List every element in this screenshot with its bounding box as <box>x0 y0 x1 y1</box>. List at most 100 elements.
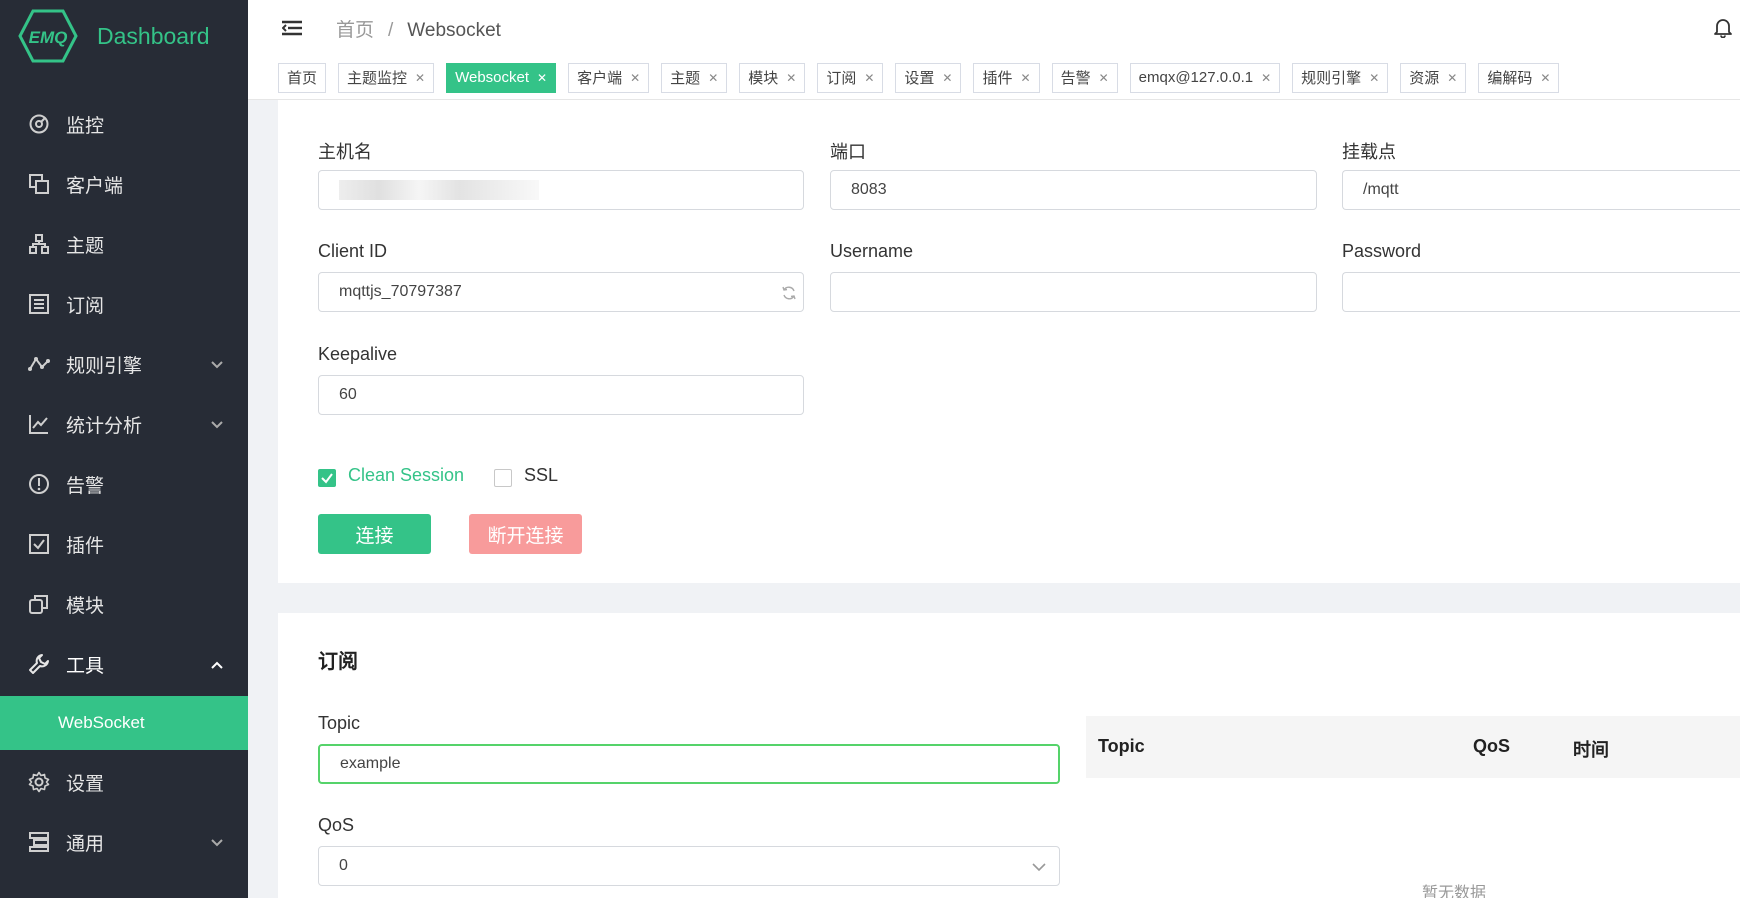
empty-state-text: 暂无数据 <box>1422 885 1487 898</box>
sidebar-item-label: 工具 <box>66 655 105 677</box>
close-icon[interactable]: ✕ <box>1099 71 1109 85</box>
gear-icon <box>28 771 50 793</box>
tab-websocket[interactable]: Websocket ✕ <box>446 62 557 93</box>
chevron-down-icon <box>1031 859 1047 875</box>
menu-toggle-icon[interactable] <box>281 20 302 36</box>
tab-subscriptions[interactable]: 订阅 ✕ <box>817 62 884 93</box>
close-icon[interactable]: ✕ <box>1447 71 1457 85</box>
chevron-up-icon <box>210 656 224 670</box>
password-label: Password <box>1342 241 1422 261</box>
sidebar-item-analytics[interactable]: 统计分析 <box>0 394 248 454</box>
host-label: 主机名 <box>318 142 372 162</box>
close-icon[interactable]: ✕ <box>1369 71 1379 85</box>
topic-label: Topic <box>318 713 361 733</box>
close-icon[interactable]: ✕ <box>1261 71 1271 85</box>
subscriptions-table-header: Topic QoS 时间 <box>1086 716 1740 778</box>
password-input[interactable] <box>1342 272 1740 312</box>
top-header: 首页 / Websocket <box>248 0 1740 56</box>
tab-modules[interactable]: 模块 ✕ <box>739 62 806 93</box>
close-icon[interactable]: ✕ <box>942 71 952 85</box>
sidebar-item-topics[interactable]: 主题 <box>0 214 248 274</box>
sidebar-item-label: 订阅 <box>66 295 105 317</box>
sidebar-item-monitor[interactable]: 监控 <box>0 94 248 154</box>
logo[interactable]: EMQ Dashboard <box>0 0 248 72</box>
host-input[interactable] <box>318 170 804 210</box>
sidebar-item-label: 告警 <box>66 475 105 497</box>
refresh-icon[interactable] <box>781 285 797 301</box>
close-icon[interactable]: ✕ <box>708 71 718 85</box>
clientid-input[interactable]: mqttjs_70797387 <box>318 272 804 312</box>
mountpoint-input[interactable]: /mqtt <box>1342 170 1740 210</box>
close-icon[interactable]: ✕ <box>1540 71 1550 85</box>
breadcrumb: 首页 / Websocket <box>336 19 501 41</box>
plugin-check-icon <box>28 533 50 555</box>
sidebar-subitem-websocket[interactable]: WebSocket <box>0 696 248 750</box>
close-icon[interactable]: ✕ <box>537 71 547 85</box>
qos-label: QoS <box>318 815 355 835</box>
list-icon <box>28 293 50 315</box>
sidebar-item-clients[interactable]: 客户端 <box>0 154 248 214</box>
tab-node[interactable]: emqx@127.0.0.1 ✕ <box>1129 62 1281 93</box>
sidebar-item-plugins[interactable]: 插件 <box>0 514 248 574</box>
sidebar-nav: 监控 客户端 主题 订阅 规则引擎 统计分析 告警 插件 模块 工具 WebSo… <box>0 94 248 872</box>
close-icon[interactable]: ✕ <box>864 71 874 85</box>
tab-alarms[interactable]: 告警 ✕ <box>1051 62 1118 93</box>
breadcrumb-home[interactable]: 首页 <box>336 20 374 41</box>
sidebar-item-label: 客户端 <box>66 175 124 197</box>
close-icon[interactable]: ✕ <box>1021 71 1031 85</box>
close-icon[interactable]: ✕ <box>415 71 425 85</box>
wrench-icon <box>28 653 50 675</box>
port-input[interactable]: 8083 <box>830 170 1317 210</box>
logo-text: EMQ <box>29 28 68 47</box>
username-label: Username <box>830 241 914 261</box>
sidebar-item-modules[interactable]: 模块 <box>0 574 248 634</box>
sidebar-item-label: 通用 <box>66 833 105 855</box>
chart-icon <box>28 413 50 435</box>
app-title: Dashboard <box>97 22 210 49</box>
sidebar-item-subscriptions[interactable]: 订阅 <box>0 274 248 334</box>
disconnect-button[interactable]: 断开连接 <box>469 514 582 554</box>
sidebar-item-label: 主题 <box>66 235 105 257</box>
gauge-icon <box>28 113 50 135</box>
keepalive-input[interactable]: 60 <box>318 375 804 415</box>
mountpoint-label: 挂载点 <box>1342 142 1396 162</box>
sidebar-item-rule-engine[interactable]: 规则引擎 <box>0 334 248 394</box>
keepalive-label: Keepalive <box>318 344 398 364</box>
ssl-checkbox[interactable] <box>494 469 512 487</box>
clean-session-checkbox[interactable] <box>318 469 336 487</box>
column-qos: QoS <box>1473 736 1511 756</box>
sidebar-item-label: 规则引擎 <box>66 355 143 377</box>
tab-plugins[interactable]: 插件 ✕ <box>973 62 1040 93</box>
bell-icon[interactable] <box>1712 16 1734 39</box>
username-input[interactable] <box>830 272 1317 312</box>
tab-home[interactable]: 首页 <box>278 62 327 93</box>
ssl-label[interactable]: SSL <box>524 465 558 486</box>
sidebar-item-settings[interactable]: 设置 <box>0 752 248 812</box>
close-icon[interactable]: ✕ <box>630 71 640 85</box>
qos-select[interactable]: 0 <box>318 846 1060 886</box>
close-icon[interactable]: ✕ <box>786 71 796 85</box>
sidebar-item-label: 统计分析 <box>66 415 143 437</box>
rule-graph-icon <box>28 353 50 375</box>
connect-button[interactable]: 连接 <box>318 514 431 554</box>
tabs-bar: 首页 主题监控 ✕ Websocket ✕ 客户端 ✕ 主题 ✕ 模块 ✕ 订阅 ✕ 设置 ✕… <box>248 56 1740 100</box>
connection-card: 主机名 端口 8083 挂载点 /mqtt Client ID mqttjs_7… <box>278 100 1740 583</box>
tab-rule-engine[interactable]: 规则引擎 ✕ <box>1292 62 1389 93</box>
port-label: 端口 <box>830 142 866 162</box>
tab-topic-metrics[interactable]: 主题监控 ✕ <box>338 62 435 93</box>
sidebar-item-general[interactable]: 通用 <box>0 812 248 872</box>
sidebar-item-alarms[interactable]: 告警 <box>0 454 248 514</box>
sidebar-item-tools[interactable]: 工具 <box>0 634 248 694</box>
chevron-down-icon <box>210 416 224 430</box>
tab-topics[interactable]: 主题 ✕ <box>661 62 728 93</box>
clientid-label: Client ID <box>318 241 388 261</box>
tab-settings[interactable]: 设置 ✕ <box>895 62 962 93</box>
clean-session-label[interactable]: Clean Session <box>348 465 464 486</box>
topic-input[interactable]: example <box>318 744 1060 784</box>
tab-resources[interactable]: 资源 ✕ <box>1400 62 1467 93</box>
topic-tree-icon <box>28 233 50 255</box>
clients-icon <box>28 173 50 195</box>
column-time: 时间 <box>1573 740 1609 760</box>
tab-codec[interactable]: 编解码 ✕ <box>1478 62 1560 93</box>
tab-clients[interactable]: 客户端 ✕ <box>568 62 650 93</box>
